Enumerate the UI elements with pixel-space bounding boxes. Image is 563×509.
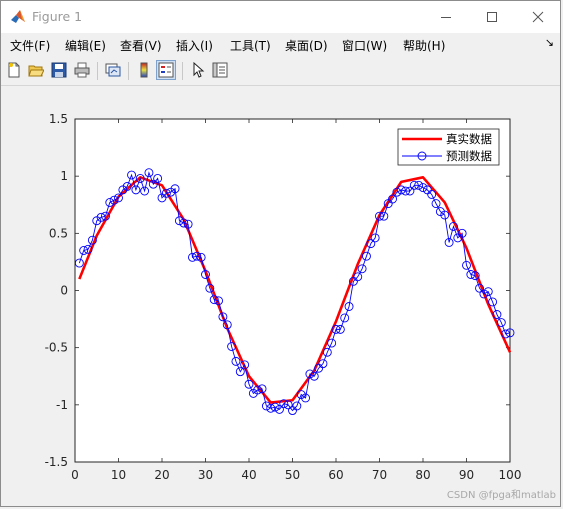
y-tick-label: 0: [60, 284, 68, 298]
save-button[interactable]: [49, 60, 69, 80]
legend-icon: [158, 62, 174, 78]
y-tick-label: 1: [60, 169, 68, 183]
x-tick-label: 80: [415, 468, 430, 482]
x-tick-label: 40: [241, 468, 256, 482]
x-tick-label: 100: [499, 468, 522, 482]
close-button[interactable]: [515, 1, 560, 33]
close-icon: [532, 11, 544, 23]
y-tick-label: -1: [56, 398, 68, 412]
link-plot-icon: [105, 63, 121, 77]
menu-tools[interactable]: 工具(T): [230, 37, 271, 54]
figure-canvas[interactable]: 0 10 20 30 40 50 60 70 80 90 100 1.5 1 0.5 0 -0.5 -1 -1.5…: [1, 86, 560, 506]
x-tick-label: 20: [154, 468, 169, 482]
open-button[interactable]: [26, 60, 46, 80]
x-tick-label: 60: [328, 468, 343, 482]
minimize-button[interactable]: [423, 1, 469, 33]
plot-svg[interactable]: 0 10 20 30 40 50 60 70 80 90 100 1.5 1 0.5 0 -0.5 -1 -1.5…: [1, 86, 561, 506]
pointer-button[interactable]: [188, 60, 208, 80]
colorbar-icon: [140, 62, 148, 78]
minimize-icon: [441, 17, 451, 18]
menu-insert[interactable]: 插入(I): [176, 37, 213, 54]
figure-window: Figure 1 文件(F) 编辑(E) 查看(V) 插入(I) 工具(T) 桌…: [0, 0, 561, 507]
colorbar-button[interactable]: [134, 60, 154, 80]
save-icon: [51, 62, 67, 78]
title-bar[interactable]: Figure 1: [1, 1, 560, 33]
x-tick-label: 90: [459, 468, 474, 482]
property-inspector-button[interactable]: [210, 60, 230, 80]
maximize-button[interactable]: [469, 1, 515, 33]
maximize-icon: [487, 12, 497, 22]
new-figure-button[interactable]: [4, 60, 24, 80]
open-icon: [28, 65, 44, 77]
window-title: Figure 1: [32, 9, 83, 24]
menu-desktop[interactable]: 桌面(D): [285, 37, 328, 54]
y-tick-label: 1.5: [49, 112, 68, 126]
legend-pred-label: 预测数据: [446, 149, 492, 163]
matlab-logo-icon: [11, 10, 25, 23]
x-tick-label: 50: [285, 468, 300, 482]
x-tick-label: 10: [111, 468, 126, 482]
toolbar: [1, 57, 560, 86]
menu-overflow-icon[interactable]: ↘: [545, 36, 554, 49]
legend-button[interactable]: [156, 60, 176, 80]
legend[interactable]: 真实数据 预测数据: [397, 128, 500, 166]
menu-window[interactable]: 窗口(W): [342, 37, 387, 54]
menu-edit[interactable]: 编辑(E): [65, 37, 106, 54]
toolbar-separator: [128, 62, 129, 80]
menu-view[interactable]: 查看(V): [120, 37, 162, 54]
property-inspector-icon: [212, 62, 228, 78]
y-tick-label: -0.5: [45, 341, 68, 355]
toolbar-separator: [97, 62, 98, 80]
menu-help[interactable]: 帮助(H): [403, 37, 445, 54]
x-tick-label: 30: [198, 468, 213, 482]
legend-true-label: 真实数据: [446, 132, 492, 146]
new-figure-icon: [8, 62, 20, 78]
menu-bar: 文件(F) 编辑(E) 查看(V) 插入(I) 工具(T) 桌面(D) 窗口(W…: [1, 33, 560, 55]
y-tick-label: 0.5: [49, 226, 68, 240]
print-icon: [74, 62, 90, 78]
toolbar-separator: [182, 62, 183, 80]
x-tick-label: 0: [71, 468, 79, 482]
link-plot-button[interactable]: [103, 60, 123, 80]
y-tick-label: -1.5: [45, 455, 68, 469]
watermark: CSDN @fpga和matlab: [446, 490, 556, 501]
print-button[interactable]: [72, 60, 92, 80]
pointer-icon: [193, 62, 205, 78]
x-tick-label: 70: [372, 468, 387, 482]
menu-file[interactable]: 文件(F): [10, 37, 50, 54]
